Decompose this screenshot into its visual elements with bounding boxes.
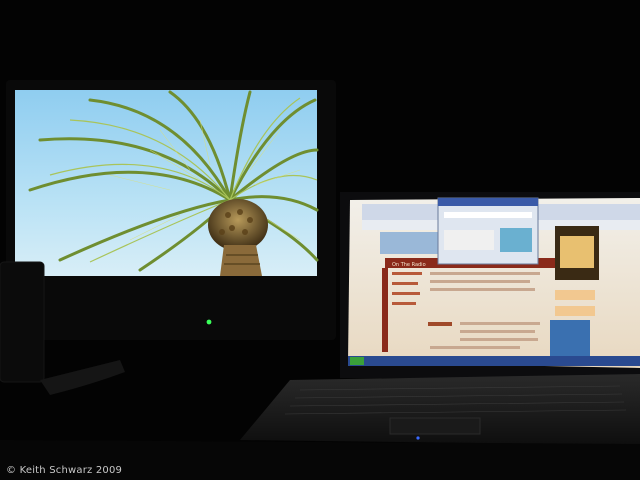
laptop-section-label: On The Radio (392, 262, 426, 268)
power-led (206, 319, 212, 325)
laptop-screen (348, 197, 640, 368)
photo-scene: On The Radio (0, 0, 640, 480)
touchpad (389, 417, 481, 435)
monitor-screen (15, 90, 319, 276)
laptop-led (416, 436, 420, 440)
speaker (0, 261, 45, 383)
copyright-watermark: © Keith Schwarz 2009 (6, 465, 123, 476)
